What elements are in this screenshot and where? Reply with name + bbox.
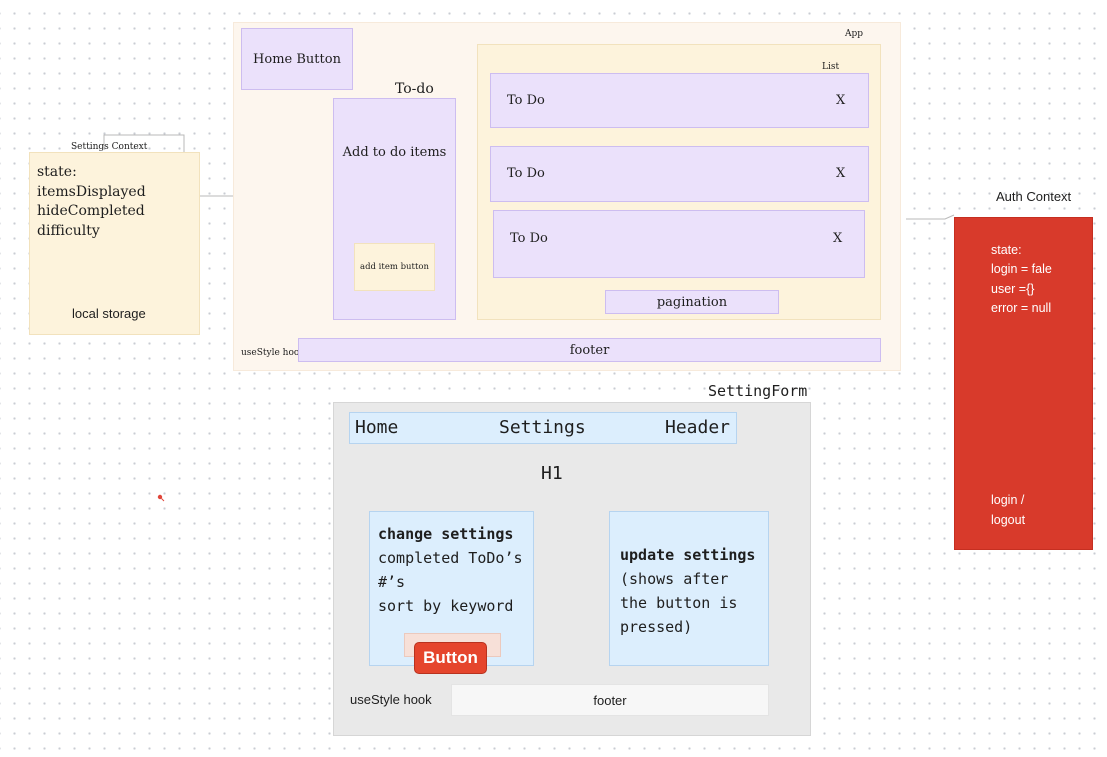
auth-state-list: state: login = fale user ={} error = nul…	[991, 241, 1052, 318]
change-settings-title: change settings	[378, 525, 514, 543]
form-footer: footer	[451, 684, 769, 716]
auth-state-line: user ={}	[991, 281, 1035, 296]
todo-item: To Do X	[490, 146, 869, 202]
app-footer: footer	[298, 338, 881, 362]
update-settings-line: the button is	[620, 594, 738, 612]
pagination[interactable]: pagination	[605, 290, 779, 314]
update-settings-panel: update settings (shows after the button …	[609, 511, 769, 666]
home-button[interactable]: Home Button	[241, 28, 353, 90]
update-settings-text: update settings (shows after the button …	[620, 543, 755, 639]
header-settings[interactable]: Settings	[499, 417, 586, 438]
auth-state-line: state:	[991, 243, 1022, 257]
change-settings-line: #’s	[378, 573, 406, 591]
auth-context-box: state: login = fale user ={} error = nul…	[954, 217, 1093, 550]
todo-title: To-do	[395, 81, 434, 97]
update-settings-line: (shows after	[620, 570, 729, 588]
settings-context-label: Settings Context	[71, 142, 148, 152]
header-header: Header	[665, 417, 731, 438]
h1-heading: H1	[541, 463, 563, 484]
change-settings-text: change settings completed ToDo’s #’s sor…	[378, 522, 523, 618]
header-home[interactable]: Home	[355, 417, 398, 438]
settings-state-line: difficulty	[37, 222, 100, 239]
settings-state-line: hideCompleted	[37, 203, 145, 219]
auth-action-line: logout	[991, 512, 1026, 527]
todo-item: To Do X	[490, 73, 869, 128]
todo-panel: Add to do items add item button	[333, 98, 456, 320]
list-label: List	[822, 62, 840, 72]
form-use-style-label: useStyle hook	[350, 692, 432, 707]
auth-to-app-connector	[906, 214, 955, 220]
change-settings-line: sort by keyword	[378, 597, 514, 615]
settings-state-line: itemsDisplayed	[37, 183, 146, 200]
todo-item: To Do X	[493, 210, 865, 278]
close-icon[interactable]: X	[836, 166, 845, 181]
local-storage-label: local storage	[72, 306, 146, 321]
settings-header-bar: Home Settings Header	[349, 412, 737, 444]
update-settings-line: pressed)	[620, 618, 693, 636]
todo-item-text: To Do	[507, 166, 545, 181]
auth-state-line: error = null	[991, 300, 1052, 315]
close-icon[interactable]: X	[833, 231, 842, 246]
settings-state-list: state: itemsDisplayed hideCompleted diff…	[37, 163, 146, 241]
button[interactable]: Button	[414, 642, 487, 674]
app-label: App	[845, 29, 864, 39]
change-settings-line: completed ToDo’s	[378, 549, 523, 567]
pin-icon	[157, 494, 165, 502]
auth-context-label: Auth Context	[996, 189, 1072, 204]
auth-state-line: login = fale	[991, 262, 1052, 277]
add-items-label: Add to do items	[342, 145, 447, 160]
add-item-button[interactable]: add item button	[354, 243, 435, 291]
app-use-style-label: useStyle hook	[241, 348, 305, 358]
auth-actions: login / logout	[991, 491, 1025, 530]
setting-form-label: SettingForm	[708, 382, 808, 400]
settings-context-box: state: itemsDisplayed hideCompleted diff…	[29, 152, 200, 335]
settings-state-line: state:	[37, 164, 77, 180]
close-icon[interactable]: X	[836, 93, 845, 108]
todo-item-text: To Do	[507, 93, 545, 108]
auth-action-line: login /	[991, 493, 1025, 507]
todo-item-text: To Do	[510, 231, 548, 246]
update-settings-title: update settings	[620, 546, 756, 564]
